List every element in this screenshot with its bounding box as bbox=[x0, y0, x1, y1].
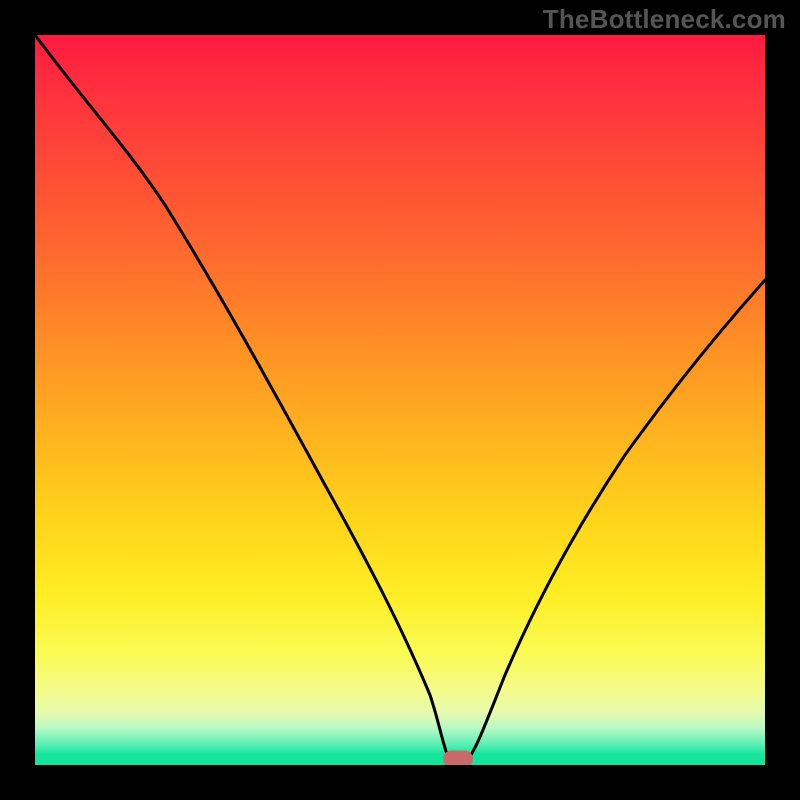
bottleneck-curve-path bbox=[35, 35, 765, 763]
bottleneck-curve-svg bbox=[35, 35, 765, 765]
watermark-text: TheBottleneck.com bbox=[543, 4, 786, 35]
chart-frame: TheBottleneck.com bbox=[0, 0, 800, 800]
optimal-point-marker bbox=[443, 751, 473, 765]
plot-area bbox=[35, 35, 765, 765]
